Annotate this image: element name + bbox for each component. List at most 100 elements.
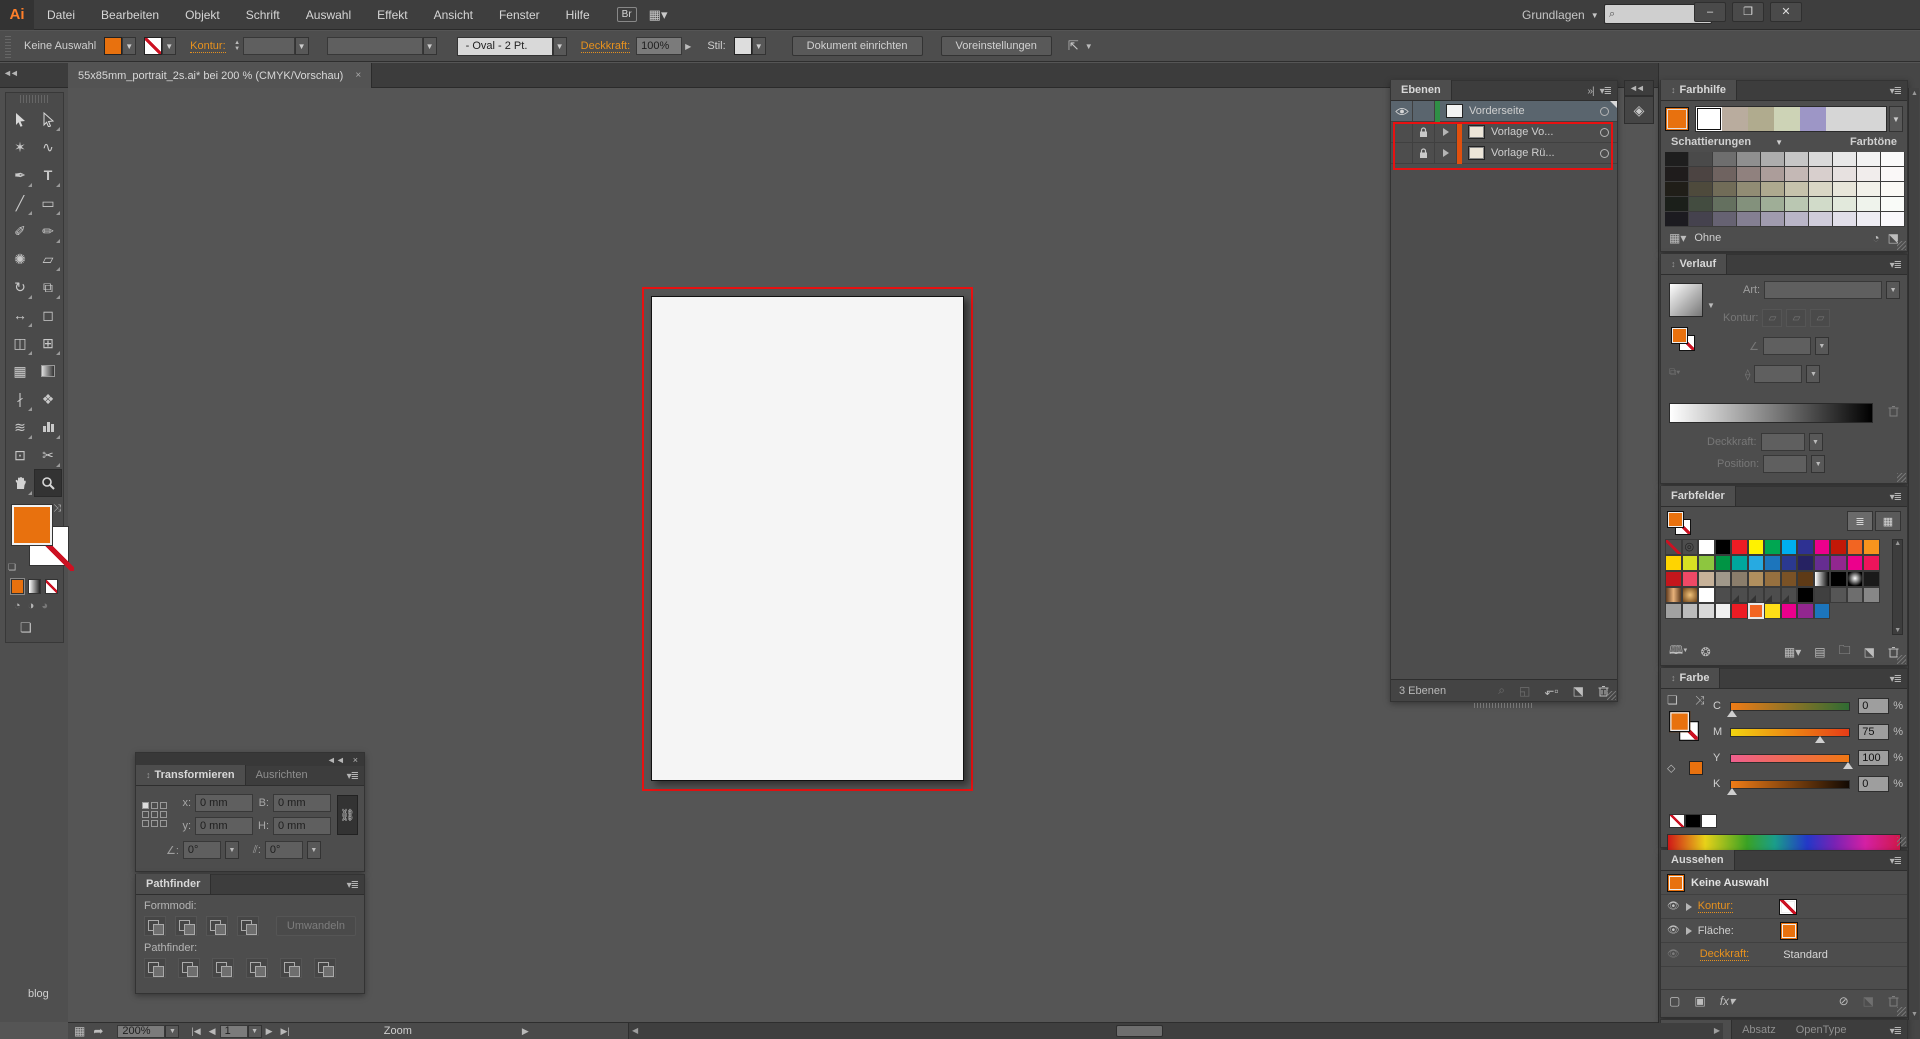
swatch[interactable] — [1665, 603, 1682, 619]
clear-appearance-icon[interactable]: ⊘ — [1839, 994, 1849, 1008]
swatch[interactable] — [1781, 603, 1798, 619]
swatch[interactable] — [1881, 182, 1905, 197]
new-layer-icon[interactable]: ⬔ — [1573, 684, 1584, 698]
harmony-color[interactable] — [1696, 107, 1722, 131]
lasso-tool[interactable]: ∿ — [34, 133, 62, 161]
eraser-tool[interactable]: ▱ — [34, 245, 62, 273]
swatch[interactable] — [1761, 182, 1785, 197]
color-themes-icon[interactable]: ❂ — [1701, 645, 1711, 659]
width-field[interactable]: 0 mm — [273, 794, 331, 812]
swatch[interactable] — [1748, 603, 1765, 619]
swatch[interactable] — [1847, 555, 1864, 571]
layer-target-icon[interactable] — [1600, 149, 1609, 158]
swatch[interactable] — [1715, 603, 1732, 619]
visibility-cell[interactable] — [1391, 143, 1413, 164]
swatch[interactable] — [1814, 571, 1831, 587]
scroll-right-icon[interactable]: ▶ — [1714, 1026, 1720, 1035]
swatch[interactable] — [1731, 539, 1748, 555]
swatch[interactable] — [1833, 182, 1857, 197]
swatch[interactable] — [1761, 152, 1785, 167]
new-stroke-icon[interactable]: ▢ — [1669, 994, 1680, 1008]
swatch[interactable] — [1785, 167, 1809, 182]
dock-collapse-icon[interactable]: ◄◄ — [1624, 80, 1654, 96]
delete-stop-icon[interactable] — [1888, 405, 1899, 417]
menu-objekt[interactable]: Objekt — [172, 0, 233, 30]
prev-artboard-icon[interactable]: ◀ — [209, 1026, 216, 1037]
control-more-dropdown[interactable]: ▼ — [1085, 42, 1093, 51]
edit-colors-icon[interactable]: ◔ — [1872, 231, 1879, 245]
selection-tool[interactable] — [6, 105, 34, 133]
layer-name[interactable]: Vorlage Rü... — [1491, 147, 1555, 159]
new-sublayer-icon[interactable]: ⬐▫ — [1544, 684, 1558, 698]
reference-point-widget[interactable] — [142, 802, 167, 827]
swatch[interactable] — [1665, 197, 1689, 212]
stroke-gradient-across-button[interactable]: ▱ — [1810, 309, 1830, 327]
swatch[interactable] — [1881, 167, 1905, 182]
add-effect-icon[interactable]: fx▾ — [1720, 994, 1735, 1008]
panel-collapse-icon[interactable]: ◄◄ — [327, 755, 345, 765]
direct-selection-tool[interactable] — [34, 105, 62, 133]
slider-handle[interactable] — [1727, 788, 1737, 795]
zoom-tool[interactable] — [34, 469, 62, 497]
fill-color-swatch[interactable] — [104, 37, 122, 55]
gradient-fill-stroke-chip[interactable] — [1671, 327, 1695, 351]
delete-item-icon[interactable] — [1888, 995, 1899, 1007]
gradient-thumbnail[interactable] — [1669, 283, 1703, 317]
stroke-weight-field[interactable] — [243, 37, 295, 55]
toolbar-grip[interactable] — [20, 95, 49, 103]
stroke-gradient-along-button[interactable]: ▱ — [1786, 309, 1806, 327]
deckkraft-link[interactable]: Deckkraft: — [581, 40, 631, 53]
document-close-icon[interactable]: × — [355, 70, 361, 81]
menu-ansicht[interactable]: Ansicht — [421, 0, 486, 30]
swap-colors-icon[interactable]: ⤨ — [1695, 693, 1705, 708]
swatch[interactable] — [1715, 555, 1732, 571]
pathfinder-menu-icon[interactable]: ▾≣ — [347, 880, 364, 894]
layer-thumbnail[interactable] — [1446, 104, 1463, 118]
dock-drag-handle[interactable] — [1474, 703, 1534, 708]
stroke-none-swatch[interactable] — [1779, 899, 1797, 915]
swatch[interactable] — [1781, 571, 1798, 587]
swatch[interactable] — [1857, 212, 1881, 227]
swatch[interactable] — [1764, 539, 1781, 555]
brush-definition-dropdown[interactable]: ▼ — [423, 37, 437, 55]
out-of-gamut-cube-icon[interactable]: ⬦ — [1667, 761, 1675, 776]
in-gamut-swatch[interactable] — [1689, 761, 1703, 775]
new-swatch-icon[interactable]: ⬔ — [1864, 645, 1875, 659]
harmony-dropdown[interactable]: ▼ — [1889, 106, 1903, 132]
paintbrush-tool[interactable]: ✐ — [6, 217, 34, 245]
stop-position-dropdown[interactable]: ▼ — [1811, 455, 1825, 473]
swatch[interactable] — [1830, 555, 1847, 571]
tab-ebenen[interactable]: Ebenen — [1391, 80, 1452, 100]
gradient-type-dropdown[interactable]: ▼ — [1886, 281, 1900, 299]
gradient-type-field[interactable] — [1764, 281, 1882, 299]
resize-grip[interactable] — [1897, 473, 1906, 482]
new-color-group-icon[interactable]: 🗀 — [1839, 641, 1851, 662]
new-fill-icon[interactable]: ▣ — [1694, 994, 1705, 1008]
shades-label[interactable]: Schattierungen — [1671, 136, 1751, 148]
swatches-menu-icon[interactable]: ▾≣ — [1890, 492, 1907, 506]
tab-aussehen[interactable]: Aussehen — [1661, 850, 1735, 870]
swatch[interactable] — [1682, 571, 1699, 587]
slider-handle[interactable] — [1843, 762, 1853, 769]
swatch[interactable] — [1830, 603, 1847, 619]
swatch[interactable] — [1682, 555, 1699, 571]
free-transform-tool[interactable]: ◻ — [34, 301, 62, 329]
x-field[interactable]: 0 mm — [195, 794, 253, 812]
mesh-tool[interactable]: ▦ — [6, 357, 34, 385]
base-color-swatch[interactable] — [1665, 107, 1689, 131]
y-field[interactable]: 0 mm — [195, 817, 253, 835]
rotate-field[interactable]: 0° — [183, 841, 221, 859]
swatch[interactable] — [1863, 539, 1880, 555]
swatch-libraries-icon[interactable]: 🕮▾ — [1669, 641, 1688, 662]
appearance-selection-row[interactable]: Keine Auswahl — [1661, 871, 1907, 895]
swatch[interactable] — [1682, 619, 1699, 635]
menu-bearbeiten[interactable]: Bearbeiten — [88, 0, 172, 30]
swatch[interactable] — [1665, 555, 1682, 571]
swatch[interactable] — [1682, 603, 1699, 619]
gradient-menu-icon[interactable]: ▾≣ — [1890, 260, 1907, 274]
scroll-up-icon[interactable]: ▲ — [1911, 90, 1918, 97]
divide-button[interactable] — [144, 958, 166, 978]
gradient-aspect-field[interactable] — [1754, 365, 1802, 383]
stroke-gradient-within-button[interactable]: ▱ — [1762, 309, 1782, 327]
reverse-gradient-icon[interactable]: ⧉▾ — [1669, 367, 1680, 378]
